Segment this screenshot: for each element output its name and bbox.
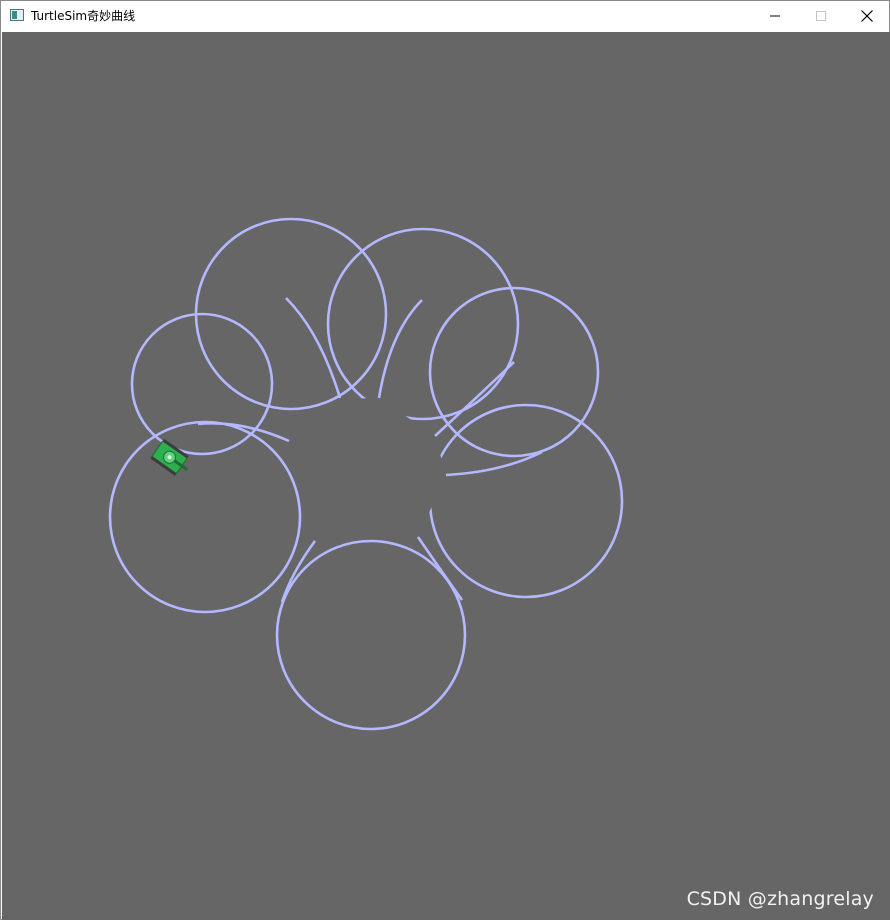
pen-loop bbox=[275, 539, 467, 731]
pen-loop bbox=[428, 286, 600, 458]
turtle-canvas: CSDN @zhangrelay bbox=[2, 32, 890, 920]
close-button[interactable] bbox=[844, 1, 890, 31]
pen-trail-drawing bbox=[108, 217, 624, 731]
maximize-button[interactable] bbox=[798, 1, 844, 31]
pen-loop bbox=[108, 420, 302, 614]
pen-stroke bbox=[434, 361, 515, 437]
turtlesim-window: TurtleSim奇妙曲线 CSDN @zhangrelay bbox=[0, 0, 890, 920]
pen-loop bbox=[194, 217, 388, 411]
pen-loop bbox=[326, 227, 520, 421]
turtle-tank-icon bbox=[150, 438, 189, 476]
window-title: TurtleSim奇妙曲线 bbox=[31, 9, 136, 23]
pen-loop bbox=[428, 403, 624, 599]
minimize-button[interactable] bbox=[752, 1, 798, 31]
minimize-icon bbox=[770, 15, 780, 17]
close-icon bbox=[861, 10, 873, 22]
pen-trail bbox=[108, 217, 624, 731]
pen-loop bbox=[130, 312, 274, 456]
csdn-watermark: CSDN @zhangrelay bbox=[686, 888, 874, 910]
maximize-icon bbox=[816, 11, 826, 21]
title-bar[interactable]: TurtleSim奇妙曲线 bbox=[1, 1, 889, 31]
window-app-icon bbox=[10, 9, 24, 21]
pen-stroke bbox=[197, 422, 290, 443]
